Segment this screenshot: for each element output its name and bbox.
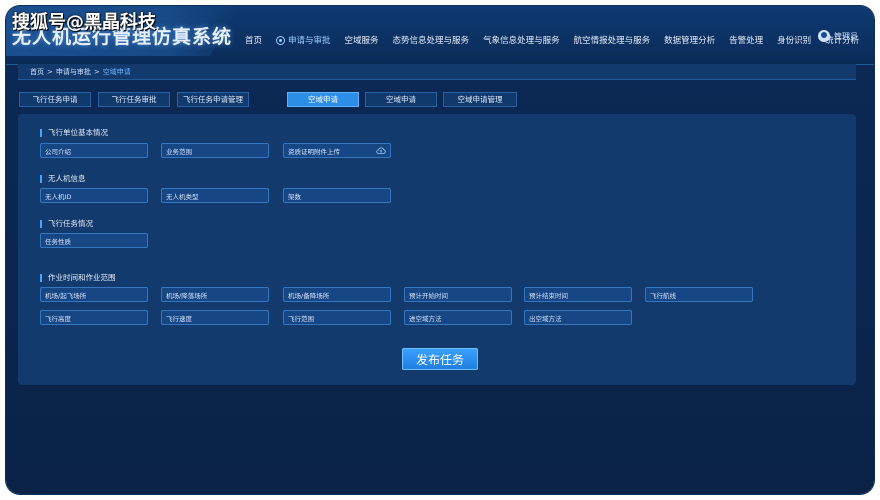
field-uav-id[interactable]: 无人机ID: [40, 188, 148, 203]
nav-item-home[interactable]: 首页: [238, 34, 269, 46]
field-company-intro[interactable]: 公司介绍: [40, 143, 148, 158]
field-entry-method[interactable]: 进空域方法: [404, 310, 512, 325]
field-end-time[interactable]: 预计结束时间: [524, 287, 632, 302]
nav-label: 首页: [245, 36, 263, 46]
active-dot-icon: [276, 35, 286, 45]
tab-flight-task-approve[interactable]: 飞行任务审批: [98, 92, 170, 107]
field-task-nature[interactable]: 任务性质: [40, 233, 148, 248]
field-label: 资质证明附件上传: [288, 147, 340, 156]
user-menu[interactable]: 管理员: [818, 30, 858, 42]
section-title-operation: 作业时间和作业范围: [40, 274, 116, 282]
nav-label: 气象信息处理与服务: [483, 36, 560, 46]
nav-item-identity[interactable]: 身份识别: [770, 34, 818, 46]
publish-task-button[interactable]: 发布任务: [402, 348, 478, 370]
breadcrumb-home[interactable]: 首页: [30, 67, 44, 77]
nav-label: 态势信息处理与服务: [392, 36, 470, 46]
field-uav-type[interactable]: 无人机类型: [161, 188, 269, 203]
section-title-unit: 飞行单位基本情况: [40, 129, 108, 137]
field-qualification-upload[interactable]: 资质证明附件上传: [283, 143, 391, 158]
section-title-task: 飞行任务情况: [40, 220, 93, 228]
nav-label: 身份识别: [777, 36, 812, 46]
tab-bar: 飞行任务申请 飞行任务审批 飞行任务申请管理 空域申请 空域申请 空域申请管理: [6, 92, 874, 108]
tab-flight-task-apply[interactable]: 飞行任务申请: [19, 92, 91, 107]
top-bar: 无人机运行管理仿真系统 搜狐号@黑晶科技 首页 申请与审批 空域服务 态势信息处…: [6, 6, 874, 65]
user-avatar-icon: [818, 30, 830, 42]
main-nav: 首页 申请与审批 空域服务 态势信息处理与服务 气象信息处理与服务 航空情报处理…: [238, 30, 866, 50]
nav-item-data-analysis[interactable]: 数据管理分析: [657, 34, 722, 46]
field-business-scope[interactable]: 业务范围: [161, 143, 269, 158]
watermark: 搜狐号@黑晶科技: [12, 12, 156, 33]
nav-item-weather[interactable]: 气象信息处理与服务: [476, 34, 567, 46]
nav-label: 航空情报处理与服务: [573, 36, 651, 46]
nav-label: 空域服务: [344, 36, 379, 46]
nav-item-airspace-service[interactable]: 空域服务: [338, 34, 386, 46]
nav-label: 告警处理: [729, 36, 764, 46]
cloud-upload-icon[interactable]: [376, 147, 386, 154]
tab-airspace-apply-2[interactable]: 空域申请: [365, 92, 437, 107]
field-flight-area[interactable]: 飞行范围: [283, 310, 391, 325]
nav-item-situation[interactable]: 态势信息处理与服务: [386, 34, 477, 46]
breadcrumb-current: 空域申请: [102, 67, 131, 76]
breadcrumb-separator: >: [93, 67, 100, 76]
field-exit-method[interactable]: 出空域方法: [524, 310, 632, 325]
tab-flight-task-manage[interactable]: 飞行任务申请管理: [177, 92, 249, 107]
app-window: 无人机运行管理仿真系统 搜狐号@黑晶科技 首页 申请与审批 空域服务 态势信息处…: [6, 6, 874, 494]
breadcrumb-level1[interactable]: 申请与审批: [56, 67, 91, 77]
field-alternate-site[interactable]: 机场/备降场所: [283, 287, 391, 302]
section-title-uav: 无人机信息: [40, 175, 86, 183]
field-start-time[interactable]: 预计开始时间: [404, 287, 512, 302]
tab-airspace-apply-manage[interactable]: 空域申请管理: [443, 92, 517, 107]
nav-item-aero-info[interactable]: 航空情报处理与服务: [567, 34, 658, 46]
field-flight-speed[interactable]: 飞行速度: [161, 310, 269, 325]
field-landing-site[interactable]: 机场/降落场所: [161, 287, 269, 302]
field-flight-route[interactable]: 飞行航线: [645, 287, 753, 302]
field-flight-altitude[interactable]: 飞行高度: [40, 310, 148, 325]
tab-airspace-apply[interactable]: 空域申请: [287, 92, 359, 107]
breadcrumb-separator: >: [47, 67, 53, 76]
user-name: 管理员: [834, 31, 858, 41]
form-panel: 飞行单位基本情况 公司介绍 业务范围 资质证明附件上传 无人机信息 无人机ID …: [18, 114, 856, 385]
field-takeoff-site[interactable]: 机场/起飞场所: [40, 287, 148, 302]
nav-label: 数据管理分析: [664, 36, 716, 46]
field-uav-count[interactable]: 架数: [283, 188, 391, 203]
nav-item-application-approval[interactable]: 申请与审批: [269, 34, 338, 46]
breadcrumb: 首页 > 申请与审批 > 空域申请: [18, 64, 856, 80]
nav-label: 申请与审批: [288, 36, 331, 46]
nav-item-alarm[interactable]: 告警处理: [722, 34, 770, 46]
